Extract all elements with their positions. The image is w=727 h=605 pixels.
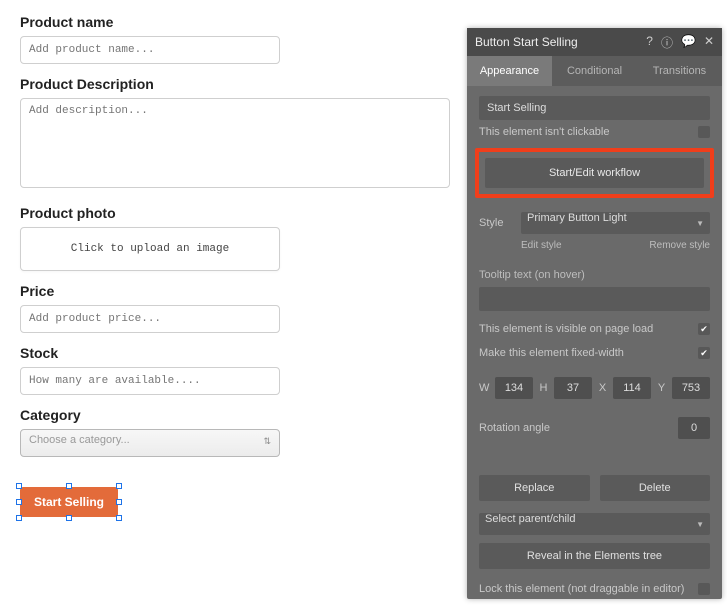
label-product-name: Product name — [20, 14, 460, 30]
not-clickable-checkbox[interactable] — [698, 126, 710, 138]
panel-title: Button Start Selling — [475, 35, 578, 49]
visible-on-load-label: This element is visible on page load — [479, 323, 653, 335]
comment-icon[interactable]: 💬 — [681, 34, 696, 51]
close-icon[interactable]: ✕ — [704, 34, 714, 51]
label-product-photo: Product photo — [20, 205, 460, 221]
replace-button[interactable]: Replace — [479, 475, 590, 501]
select-parent-child-dropdown[interactable]: Select parent/child ▼ — [479, 513, 710, 535]
panel-header[interactable]: Button Start Selling ? ⓘ 💬 ✕ — [467, 28, 722, 56]
product-description-input[interactable] — [20, 98, 450, 188]
dim-y-label: Y — [657, 382, 666, 394]
tab-conditional[interactable]: Conditional — [552, 56, 637, 86]
label-price: Price — [20, 283, 460, 299]
workflow-highlight: Start/Edit workflow — [475, 148, 714, 198]
dim-h-label: H — [539, 382, 548, 394]
label-category: Category — [20, 407, 460, 423]
category-select[interactable]: Choose a category... ⇅ — [20, 429, 280, 457]
chevron-down-icon: ▼ — [696, 520, 704, 529]
tab-transitions[interactable]: Transitions — [637, 56, 722, 86]
start-edit-workflow-button[interactable]: Start/Edit workflow — [485, 158, 704, 188]
tooltip-label: Tooltip text (on hover) — [479, 259, 710, 287]
chevron-down-icon: ▼ — [696, 219, 704, 228]
style-value: Primary Button Light — [527, 212, 627, 224]
help-icon[interactable]: ? — [646, 34, 653, 51]
visible-on-load-checkbox[interactable]: ✔ — [698, 323, 710, 335]
dim-w-input[interactable] — [495, 377, 533, 399]
resize-handle-icon[interactable] — [116, 483, 122, 489]
dim-x-input[interactable] — [613, 377, 651, 399]
rotation-input[interactable] — [678, 417, 710, 439]
dim-y-input[interactable] — [672, 377, 710, 399]
label-stock: Stock — [20, 345, 460, 361]
resize-handle-icon[interactable] — [66, 515, 72, 521]
info-icon[interactable]: ⓘ — [661, 34, 673, 51]
resize-handle-icon[interactable] — [116, 499, 122, 505]
reveal-in-tree-button[interactable]: Reveal in the Elements tree — [479, 543, 710, 569]
select-parent-child-label: Select parent/child — [485, 513, 576, 525]
resize-handle-icon[interactable] — [66, 483, 72, 489]
price-input[interactable] — [20, 305, 280, 333]
tab-appearance[interactable]: Appearance — [467, 56, 552, 86]
not-clickable-label: This element isn't clickable — [479, 126, 610, 138]
style-select[interactable]: Primary Button Light ▼ — [521, 212, 710, 234]
resize-handle-icon[interactable] — [16, 515, 22, 521]
product-name-input[interactable] — [20, 36, 280, 64]
edit-style-link[interactable]: Edit style — [521, 240, 562, 251]
lock-element-label: Lock this element (not draggable in edit… — [479, 583, 684, 595]
start-selling-button[interactable]: Start Selling — [20, 487, 118, 517]
panel-tabs: Appearance Conditional Transitions — [467, 56, 722, 86]
category-placeholder: Choose a category... — [29, 434, 130, 446]
photo-upload-box[interactable]: Click to upload an image — [20, 227, 280, 271]
select-caret-icon: ⇅ — [263, 436, 271, 447]
lock-element-checkbox[interactable] — [698, 583, 710, 595]
dim-w-label: W — [479, 382, 489, 394]
delete-button[interactable]: Delete — [600, 475, 711, 501]
resize-handle-icon[interactable] — [116, 515, 122, 521]
style-label: Style — [479, 217, 511, 229]
dim-x-label: X — [598, 382, 607, 394]
resize-handle-icon[interactable] — [16, 499, 22, 505]
fixed-width-label: Make this element fixed-width — [479, 347, 624, 359]
stock-input[interactable] — [20, 367, 280, 395]
selected-element-wrapper[interactable]: Start Selling — [20, 487, 118, 517]
label-product-description: Product Description — [20, 76, 460, 92]
dim-h-input[interactable] — [554, 377, 592, 399]
element-text-input[interactable] — [479, 96, 710, 120]
fixed-width-checkbox[interactable]: ✔ — [698, 347, 710, 359]
property-editor-panel: Button Start Selling ? ⓘ 💬 ✕ Appearance … — [467, 28, 722, 599]
tooltip-text-input[interactable] — [479, 287, 710, 311]
form-editor-canvas: Product name Product Description Product… — [20, 14, 460, 517]
remove-style-link[interactable]: Remove style — [649, 240, 710, 251]
rotation-label: Rotation angle — [479, 422, 550, 434]
resize-handle-icon[interactable] — [16, 483, 22, 489]
